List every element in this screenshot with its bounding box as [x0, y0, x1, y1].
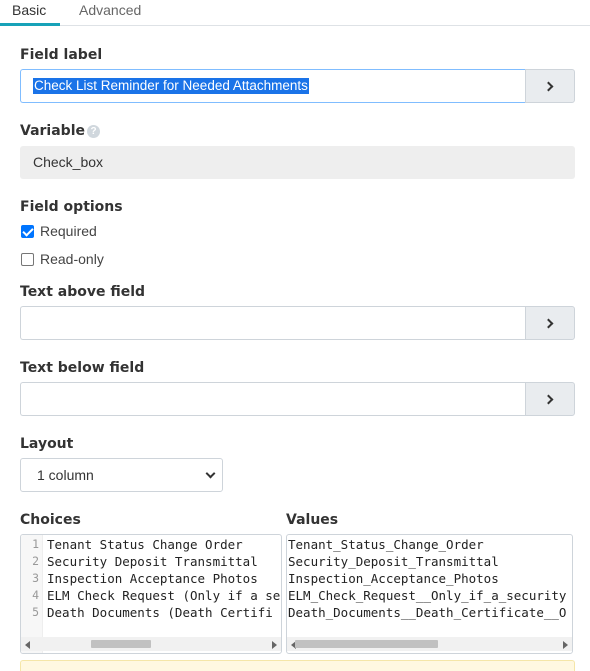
- horizontal-scrollbar[interactable]: [287, 637, 572, 651]
- text-above-group: [20, 306, 575, 340]
- choice-line: Inspection Acceptance Photos: [47, 571, 258, 586]
- text-above-heading: Text above field: [20, 284, 146, 300]
- line-number: 2: [32, 554, 39, 568]
- read-only-checkbox[interactable]: [21, 253, 34, 266]
- line-number: 3: [32, 571, 39, 585]
- line-number: 5: [32, 605, 39, 619]
- chevron-down-icon: [205, 468, 216, 479]
- layout-selected-value: 1 column: [37, 467, 94, 483]
- value-line: Inspection_Acceptance_Photos: [288, 571, 499, 586]
- choice-line: Death Documents (Death Certifi: [47, 605, 273, 620]
- text-below-expand-button[interactable]: [525, 382, 575, 416]
- scroll-right-icon[interactable]: [563, 641, 568, 649]
- text-below-group: [20, 382, 575, 416]
- choices-heading: Choices: [20, 512, 81, 528]
- text-below-heading: Text below field: [20, 360, 145, 376]
- scroll-left-icon[interactable]: [25, 641, 30, 649]
- question-circle-icon[interactable]: ?: [87, 125, 100, 138]
- field-label-input[interactable]: Check List Reminder for Needed Attachmen…: [20, 69, 526, 103]
- choices-editor[interactable]: 1 2 3 4 5 Tenant Status Change Order Sec…: [20, 534, 282, 654]
- chevron-right-icon: [543, 318, 554, 328]
- field-options-heading: Field options: [20, 199, 123, 215]
- scroll-right-icon[interactable]: [272, 641, 277, 649]
- scrollbar-thumb[interactable]: [295, 640, 438, 648]
- horizontal-scrollbar[interactable]: [21, 637, 281, 651]
- field-label-heading: Field label: [20, 47, 103, 63]
- text-above-input[interactable]: [20, 306, 526, 340]
- choice-line: Tenant Status Change Order: [47, 537, 243, 552]
- chevron-right-icon: [543, 394, 554, 404]
- layout-heading: Layout: [20, 436, 74, 452]
- chevron-right-icon: [543, 81, 554, 91]
- variable-field: Check_box: [20, 146, 575, 179]
- line-number-gutter: 1 2 3 4 5: [21, 535, 43, 653]
- field-label-group: Check List Reminder for Needed Attachmen…: [20, 69, 575, 103]
- warning-panel: [20, 660, 575, 671]
- read-only-label: Read-only: [40, 251, 104, 267]
- value-line: Tenant_Status_Change_Order: [288, 537, 484, 552]
- tab-advanced[interactable]: Advanced: [79, 0, 141, 26]
- field-label-value: Check List Reminder for Needed Attachmen…: [33, 78, 309, 94]
- required-checkbox[interactable]: [21, 225, 34, 238]
- choice-line: Security Deposit Transmittal: [47, 554, 258, 569]
- tab-bar: Basic Advanced: [0, 0, 590, 26]
- variable-heading: Variable: [20, 123, 85, 139]
- values-heading: Values: [286, 512, 339, 528]
- line-number: 1: [32, 537, 39, 551]
- scrollbar-thumb[interactable]: [91, 640, 151, 648]
- layout-select[interactable]: 1 column: [20, 458, 223, 492]
- value-line: Security_Deposit_Transmittal: [288, 554, 499, 569]
- field-label-expand-button[interactable]: [525, 69, 575, 103]
- required-label: Required: [40, 223, 97, 239]
- choice-line: ELM Check Request (Only if a se: [47, 588, 281, 603]
- value-line: ELM_Check_Request__Only_if_a_security: [288, 588, 567, 603]
- values-editor[interactable]: Tenant_Status_Change_Order Security_Depo…: [286, 534, 573, 654]
- text-below-input[interactable]: [20, 382, 526, 416]
- text-above-expand-button[interactable]: [525, 306, 575, 340]
- value-line: Death_Documents__Death_Certificate__O: [288, 605, 567, 620]
- line-number: 4: [32, 588, 39, 602]
- tab-basic[interactable]: Basic: [0, 0, 60, 26]
